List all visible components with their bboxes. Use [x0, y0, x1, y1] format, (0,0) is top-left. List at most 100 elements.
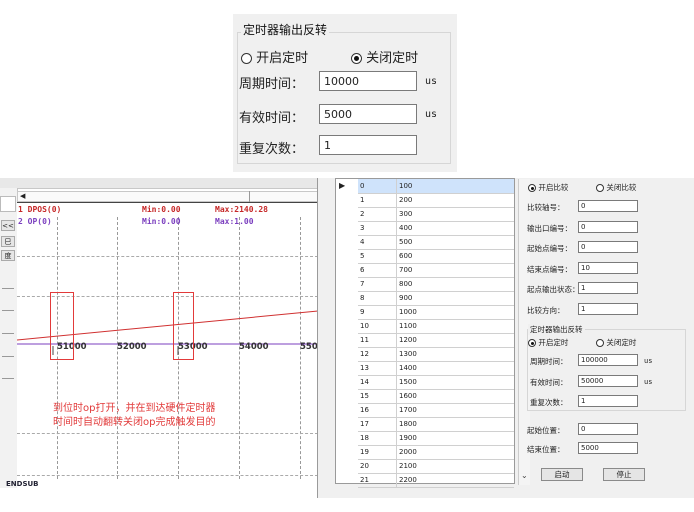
sub-valid-input[interactable]: 50000 [578, 375, 638, 387]
table-row[interactable]: 11 1200 [358, 333, 514, 348]
row-value-cell[interactable]: 1200 [399, 336, 417, 344]
row-value-cell[interactable]: 1600 [399, 392, 417, 400]
side-button-1[interactable]: 巳 [1, 236, 15, 247]
radio-compare-on[interactable]: 开启比较 [528, 182, 568, 193]
row-index-cell[interactable]: 11 [360, 336, 369, 344]
stop-button[interactable]: 停止 [603, 468, 645, 481]
start-button[interactable]: 启动 [541, 468, 583, 481]
timer-group-title: 定时器输出反转 [241, 21, 330, 38]
row-index-cell[interactable]: 0 [360, 182, 364, 190]
row-index-cell[interactable]: 16 [360, 406, 369, 414]
axis-input[interactable]: 0 [578, 200, 638, 212]
radio-compare-off[interactable]: 关闭比较 [596, 182, 636, 193]
row-value-cell[interactable]: 2200 [399, 476, 417, 484]
scroll-left-arrow-icon[interactable]: ◀ [20, 192, 25, 200]
row-index-cell[interactable]: 21 [360, 476, 369, 484]
row-value-cell[interactable]: 1300 [399, 350, 417, 358]
table-row[interactable]: 8 900 [358, 291, 514, 306]
row-index-cell[interactable]: 7 [360, 280, 364, 288]
row-value-cell[interactable]: 1800 [399, 420, 417, 428]
table-row[interactable]: 6 700 [358, 263, 514, 278]
row-index-cell[interactable]: 12 [360, 350, 369, 358]
radio-sub-timer-off[interactable]: 关闭定时 [596, 337, 636, 348]
table-row[interactable]: 10 1100 [358, 319, 514, 334]
table-row[interactable]: 5 600 [358, 249, 514, 264]
table-row[interactable]: 14 1500 [358, 375, 514, 390]
output-port-input[interactable]: 0 [578, 221, 638, 233]
radio-timer-off[interactable]: 关闭定时 [351, 47, 418, 66]
sub-repeat-input[interactable]: 1 [578, 395, 638, 407]
table-row[interactable]: 20 2100 [358, 459, 514, 474]
direction-input[interactable]: 1 [578, 303, 638, 315]
table-row[interactable]: 12 1300 [358, 347, 514, 362]
table-row[interactable]: 7 800 [358, 277, 514, 292]
row-index-cell[interactable]: 13 [360, 364, 369, 372]
table-row[interactable]: 21 2200 [358, 473, 514, 488]
row-index-cell[interactable]: 1 [360, 196, 364, 204]
side-divider [2, 288, 14, 289]
table-row[interactable]: 16 1700 [358, 403, 514, 418]
chart-horizontal-scrollbar[interactable]: ◀ [17, 191, 318, 202]
row-value-cell[interactable]: 2100 [399, 462, 417, 470]
table-row[interactable]: 19 2000 [358, 445, 514, 460]
side-collapse-button[interactable]: << [1, 220, 15, 231]
row-value-cell[interactable]: 400 [399, 224, 412, 232]
row-index-cell[interactable]: 3 [360, 224, 364, 232]
table-row[interactable]: 4 500 [358, 235, 514, 250]
row-value-cell[interactable]: 500 [399, 238, 412, 246]
row-value-cell[interactable]: 1500 [399, 378, 417, 386]
row-value-cell[interactable]: 1900 [399, 434, 417, 442]
row-index-cell[interactable]: 5 [360, 252, 364, 260]
row-value-cell[interactable]: 1400 [399, 364, 417, 372]
row-index-cell[interactable]: 14 [360, 378, 369, 386]
row-index-cell[interactable]: 6 [360, 266, 364, 274]
row-value-cell[interactable]: 300 [399, 210, 412, 218]
end-point-input[interactable]: 10 [578, 262, 638, 274]
compare-points-table[interactable]: ▶ 0 100 1 200 2 300 3 400 4 500 5 600 6 700 7 800 8 900 9 1… [335, 178, 530, 488]
table-row[interactable]: 3 400 [358, 221, 514, 236]
sub-period-input[interactable]: 100000 [578, 354, 638, 366]
side-button-2[interactable]: 度 [1, 250, 15, 261]
radio-sub-timer-on[interactable]: 开启定时 [528, 337, 568, 348]
row-index-cell[interactable]: 18 [360, 434, 369, 442]
row-value-cell[interactable]: 2000 [399, 448, 417, 456]
row-index-cell[interactable]: 10 [360, 322, 369, 330]
table-row[interactable]: 9 1000 [358, 305, 514, 320]
row-value-cell[interactable]: 600 [399, 252, 412, 260]
row-value-cell[interactable]: 1100 [399, 322, 417, 330]
row-value-cell[interactable]: 900 [399, 294, 412, 302]
row-index-cell[interactable]: 9 [360, 308, 364, 316]
start-point-input[interactable]: 0 [578, 241, 638, 253]
row-index-cell[interactable]: 17 [360, 420, 369, 428]
row-value-cell[interactable]: 800 [399, 280, 412, 288]
valid-time-input[interactable]: 5000 [319, 104, 417, 124]
table-row[interactable]: 13 1400 [358, 361, 514, 376]
row-index-cell[interactable]: 15 [360, 392, 369, 400]
end-pos-input[interactable]: 5000 [578, 442, 638, 454]
row-value-cell[interactable]: 1000 [399, 308, 417, 316]
radio-compare-off-label: 关闭比较 [606, 183, 637, 192]
row-index-cell[interactable]: 4 [360, 238, 364, 246]
table-row[interactable]: 18 1900 [358, 431, 514, 446]
row-index-cell[interactable]: 2 [360, 210, 364, 218]
column-divider [396, 445, 397, 459]
start-pos-input[interactable]: 0 [578, 423, 638, 435]
table-row[interactable]: 15 1600 [358, 389, 514, 404]
row-value-cell[interactable]: 700 [399, 266, 412, 274]
row-index-cell[interactable]: 8 [360, 294, 364, 302]
table-row[interactable]: 17 1800 [358, 417, 514, 432]
repeat-count-input[interactable]: 1 [319, 135, 417, 155]
row-value-cell[interactable]: 1700 [399, 406, 417, 414]
row-index-cell[interactable]: 20 [360, 462, 369, 470]
table-row[interactable]: 0 100 [358, 179, 514, 194]
radio-timer-on[interactable]: 开启定时 [241, 47, 308, 66]
period-input[interactable]: 10000 [319, 71, 417, 91]
table-row[interactable]: 2 300 [358, 207, 514, 222]
scroll-thumb[interactable] [249, 191, 250, 202]
row-value-cell[interactable]: 100 [399, 182, 412, 190]
valid-time-label: 有效时间： [239, 111, 305, 126]
row-index-cell[interactable]: 19 [360, 448, 369, 456]
row-value-cell[interactable]: 200 [399, 196, 412, 204]
table-row[interactable]: 1 200 [358, 193, 514, 208]
start-state-input[interactable]: 1 [578, 282, 638, 294]
